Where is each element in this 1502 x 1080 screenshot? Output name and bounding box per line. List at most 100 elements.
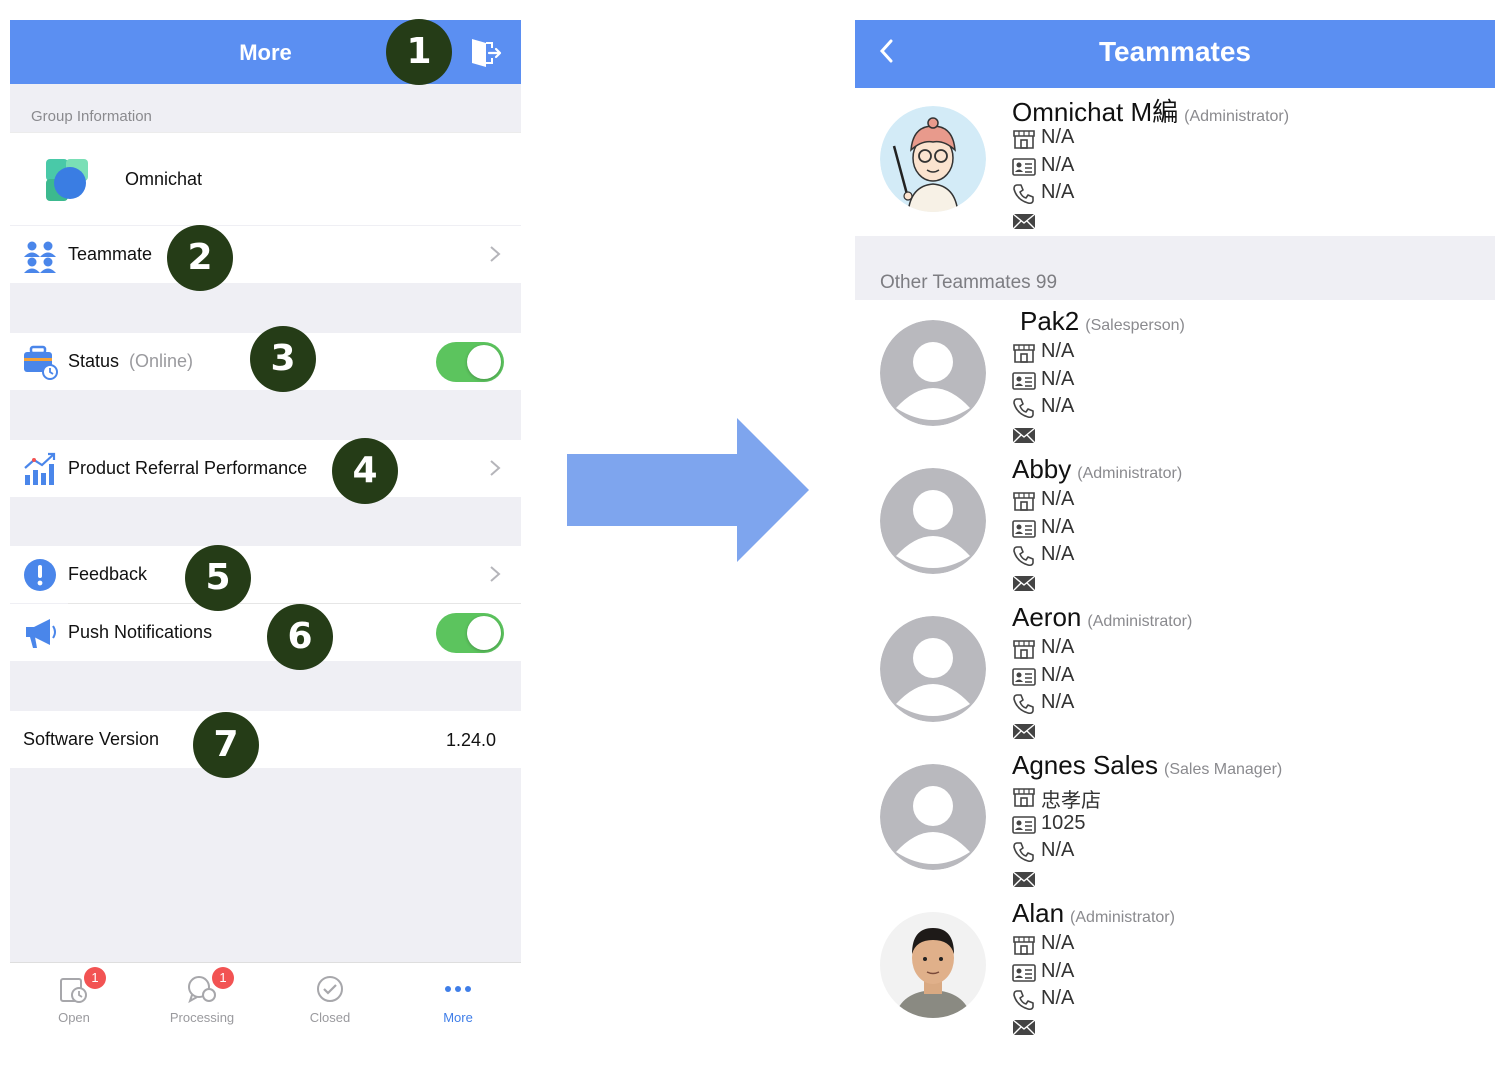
chevron-right-icon bbox=[490, 566, 501, 582]
teammate-phone-value: N/A bbox=[1041, 691, 1075, 713]
teammate-id-value: N/A bbox=[1041, 368, 1075, 390]
tab-processing[interactable]: 1 Processing bbox=[138, 963, 266, 1050]
product-referral-row[interactable]: Product Referral Performance bbox=[10, 440, 521, 497]
teammate-name: Abby (Administrator) bbox=[1012, 454, 1182, 485]
status-toggle[interactable] bbox=[436, 342, 504, 382]
user-placeholder-icon bbox=[880, 764, 986, 870]
marker-2: 2 bbox=[167, 225, 233, 291]
store-icon bbox=[1013, 788, 1035, 807]
marker-3: 3 bbox=[250, 326, 316, 392]
teammate-name-text: Agnes Sales bbox=[1012, 750, 1158, 780]
teammate-card[interactable]: Alan (Administrator) N/A N/A N/A bbox=[855, 898, 1495, 1038]
chart-icon bbox=[24, 452, 56, 485]
avatar bbox=[880, 106, 986, 212]
software-version-label: Software Version bbox=[23, 729, 160, 749]
group-row: Omnichat bbox=[10, 132, 521, 225]
logout-icon[interactable] bbox=[468, 36, 502, 70]
tab-more[interactable]: More bbox=[394, 963, 521, 1050]
mail-icon bbox=[1012, 427, 1036, 444]
teammate-row[interactable]: Teammate bbox=[10, 226, 521, 283]
open-badge: 1 bbox=[84, 967, 106, 989]
chevron-right-icon bbox=[490, 460, 501, 476]
status-value: (Online) bbox=[129, 351, 194, 371]
teammate-card[interactable]: Pak2 (Salesperson) N/A N/A N/A bbox=[855, 306, 1495, 446]
check-circle-icon bbox=[317, 976, 343, 1002]
omnichat-logo bbox=[46, 159, 88, 201]
tab-open-label: Open bbox=[58, 1010, 90, 1025]
teammate-card[interactable]: Aeron (Administrator) N/A N/A N/A bbox=[855, 602, 1495, 742]
teammate-store-value: N/A bbox=[1041, 488, 1075, 510]
tab-closed-label: Closed bbox=[309, 1010, 351, 1025]
tab-bar: 1 Open 1 Processing Closed More bbox=[10, 962, 521, 1050]
teammate-phone-value: N/A bbox=[1041, 543, 1075, 565]
teammate-role: (Administrator) bbox=[1070, 909, 1175, 926]
marker-6: 6 bbox=[267, 604, 333, 670]
teammate-store-value: N/A bbox=[1041, 932, 1075, 954]
id-card-icon bbox=[1012, 668, 1036, 686]
teammate-role: (Salesperson) bbox=[1085, 317, 1185, 334]
group-name: Omnichat bbox=[125, 169, 203, 189]
feedback-icon bbox=[24, 559, 56, 591]
software-version-value: 1.24.0 bbox=[445, 730, 496, 750]
teammate-store-value: N/A bbox=[1041, 340, 1075, 362]
more-dots-icon bbox=[445, 986, 471, 992]
marker-1: 1 bbox=[386, 19, 452, 85]
tab-processing-label: Processing bbox=[169, 1010, 235, 1025]
store-icon bbox=[1013, 130, 1035, 149]
group-information-label: Group Information bbox=[31, 108, 152, 125]
phone-icon bbox=[1013, 842, 1034, 863]
status-toggle-knob bbox=[467, 345, 501, 379]
feedback-label: Feedback bbox=[68, 564, 148, 584]
teammate-store-value: N/A bbox=[1041, 636, 1075, 658]
push-notifications-toggle[interactable] bbox=[436, 613, 504, 653]
marker-7: 7 bbox=[193, 712, 259, 778]
mail-icon bbox=[1012, 723, 1036, 740]
teammate-card[interactable]: Omnichat M編 (Administrator) N/A N/A N/A bbox=[855, 92, 1495, 232]
teammate-id-value: N/A bbox=[1041, 664, 1075, 686]
user-placeholder-icon bbox=[880, 468, 986, 574]
status-text: Status bbox=[68, 351, 120, 371]
teammate-name: Agnes Sales (Sales Manager) bbox=[1012, 750, 1282, 781]
status-briefcase-icon bbox=[24, 345, 58, 380]
user-placeholder-icon bbox=[880, 320, 986, 426]
feedback-row[interactable]: Feedback bbox=[10, 546, 521, 603]
store-icon bbox=[1013, 492, 1035, 511]
more-screen: More Group Information Omnichat Teammate… bbox=[10, 20, 521, 1050]
software-version-row: Software Version 1.24.0 bbox=[10, 711, 521, 768]
product-referral-label: Product Referral Performance bbox=[68, 458, 308, 478]
teammate-phone-value: N/A bbox=[1041, 395, 1075, 417]
teammate-name: Alan (Administrator) bbox=[1012, 898, 1175, 929]
teammates-header: Teammates bbox=[855, 20, 1495, 88]
status-label: Status (Online) bbox=[68, 351, 193, 372]
teammate-card[interactable]: Abby (Administrator) N/A N/A N/A bbox=[855, 454, 1495, 594]
push-notifications-label: Push Notifications bbox=[68, 622, 213, 642]
teammate-phone-value: N/A bbox=[1041, 181, 1075, 203]
chevron-right-icon bbox=[490, 246, 501, 262]
teammate-card[interactable]: Agnes Sales (Sales Manager) 忠孝店 1025 N/A bbox=[855, 750, 1495, 890]
teammate-name-text: Aeron bbox=[1012, 602, 1082, 632]
marker-4: 4 bbox=[332, 438, 398, 504]
push-toggle-knob bbox=[467, 616, 501, 650]
id-card-icon bbox=[1012, 816, 1036, 834]
store-icon bbox=[1013, 936, 1035, 955]
teammate-phone-value: N/A bbox=[1041, 987, 1075, 1009]
tab-open[interactable]: 1 Open bbox=[10, 963, 138, 1050]
avatar bbox=[880, 912, 986, 1018]
id-card-icon bbox=[1012, 372, 1036, 390]
phone-icon bbox=[1013, 398, 1034, 419]
phone-icon bbox=[1013, 184, 1034, 205]
store-icon bbox=[1013, 344, 1035, 363]
teammate-label: Teammate bbox=[68, 244, 153, 264]
teammate-id-value: N/A bbox=[1041, 516, 1075, 538]
right-arrow bbox=[567, 418, 809, 562]
teammate-role: (Administrator) bbox=[1087, 613, 1193, 630]
marker-5: 5 bbox=[185, 545, 251, 611]
tab-closed[interactable]: Closed bbox=[266, 963, 394, 1050]
teammate-name: Pak2 (Salesperson) bbox=[1020, 306, 1185, 337]
push-notifications-row: Push Notifications bbox=[10, 604, 521, 661]
teammates-screen: Teammates Other Teammates 99 Omnichat M編… bbox=[855, 20, 1495, 1050]
teammate-store-value: N/A bbox=[1041, 126, 1075, 148]
teammate-name-text: Abby bbox=[1012, 454, 1072, 484]
megaphone-icon bbox=[26, 619, 56, 648]
teammates-title: Teammates bbox=[1098, 36, 1251, 67]
